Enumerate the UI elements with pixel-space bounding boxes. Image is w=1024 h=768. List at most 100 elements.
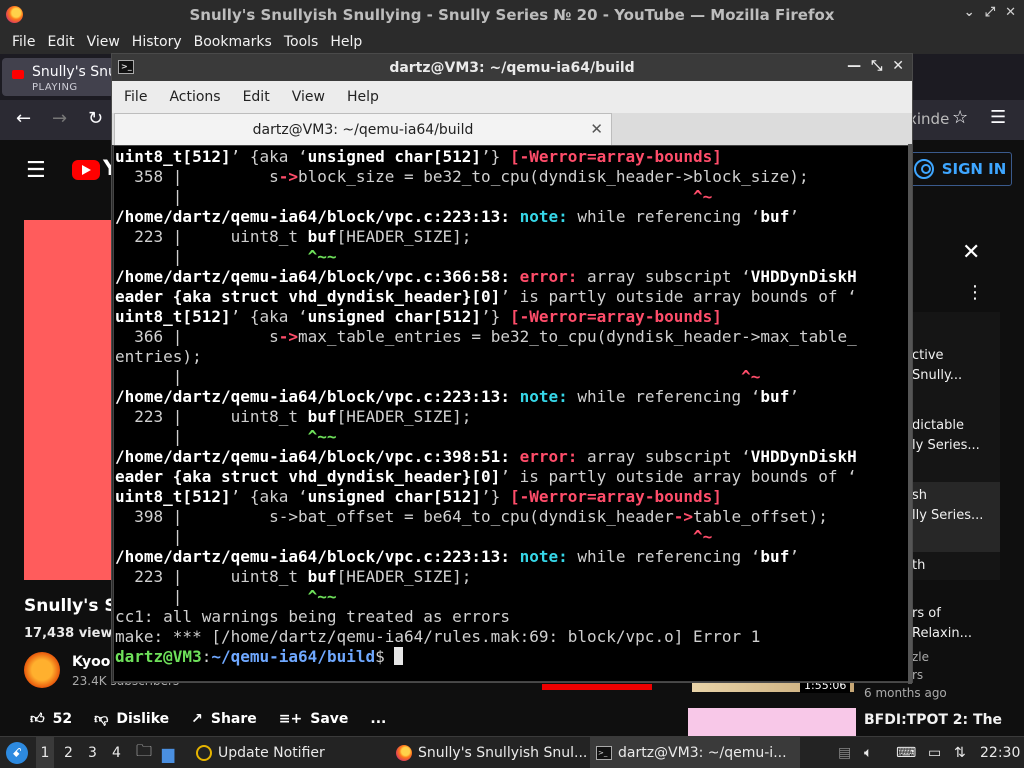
terminal-icon: >_: [596, 746, 612, 760]
recommended-channel: zle: [912, 650, 930, 664]
video-actions: 👍︎ 52 👎︎ Dislike ↗ Share ≡+ Save ...: [30, 710, 408, 728]
youtube-menu-icon[interactable]: ☰: [26, 158, 46, 183]
display-icon[interactable]: ▭: [928, 737, 941, 768]
tray-scroll-icon[interactable]: ▤: [838, 737, 851, 768]
hamburger-icon[interactable]: ☰: [990, 107, 1006, 128]
terminal-title-bar: >_ dartz@VM3: ~/qemu-ia64/build — ⤡ ✕: [112, 54, 912, 81]
network-icon[interactable]: ⇅: [954, 737, 966, 768]
menu-file[interactable]: File: [6, 34, 41, 50]
playlist-add-icon: ≡+: [278, 710, 303, 727]
menu-help[interactable]: Help: [339, 89, 387, 105]
file-manager-icon[interactable]: 🗀: [136, 737, 152, 768]
recommended-age: 6 months ago: [864, 686, 947, 700]
terminal-line: /home/dartz/qemu-ia64/block/vpc.c:366:58…: [115, 267, 857, 286]
terminal-text: uint8_t[512]’ {aka ‘unsigned char[512]’}…: [115, 147, 885, 667]
firefox-menu-bar: File Edit View History Bookmarks Tools H…: [0, 30, 1024, 54]
url-bar-text-tail[interactable]: xinde: [908, 110, 949, 128]
workspace-4[interactable]: 4: [112, 737, 121, 768]
thumbs-up-icon: 👍︎: [30, 711, 45, 727]
forward-arrow-icon[interactable]: →: [52, 108, 67, 129]
taskbar: ꗃ 1 2 3 4 🗀 ▆ Update Notifier Snully's S…: [0, 736, 1024, 768]
terminal-line: | ^~~: [115, 427, 337, 446]
playlist-item[interactable]: dictable ly Series...: [912, 416, 980, 456]
terminal-line: | ^~~: [115, 587, 337, 606]
dislike-button[interactable]: 👎︎ Dislike: [94, 710, 169, 728]
playlist-item[interactable]: sh lly Series...: [912, 486, 983, 526]
menu-view[interactable]: View: [81, 34, 126, 50]
close-tab-icon[interactable]: ✕: [590, 120, 603, 138]
workspace-1[interactable]: 1: [36, 737, 54, 768]
like-button[interactable]: 👍︎ 52: [30, 710, 72, 728]
video-player[interactable]: [24, 220, 124, 580]
firefox-title-bar: Snully's Snullyish Snullying - Snully Se…: [0, 0, 1024, 30]
taskbar-item-update-notifier[interactable]: Update Notifier: [196, 737, 325, 768]
menu-edit[interactable]: Edit: [235, 89, 278, 105]
menu-actions[interactable]: Actions: [161, 89, 228, 105]
taskbar-item-firefox[interactable]: Snully's Snullyish Snul...: [396, 737, 587, 768]
menu-view[interactable]: View: [284, 89, 333, 105]
close-icon[interactable]: ✕: [1005, 5, 1016, 20]
save-button[interactable]: ≡+ Save: [279, 711, 349, 727]
menu-bookmarks[interactable]: Bookmarks: [188, 34, 278, 50]
terminal-line: | ^~~: [115, 247, 337, 266]
maximize-icon[interactable]: ⤢: [985, 5, 995, 20]
menu-help[interactable]: Help: [324, 34, 368, 50]
terminal-window-title: dartz@VM3: ~/qemu-ia64/build: [389, 59, 635, 76]
terminal-output[interactable]: uint8_t[512]’ {aka ‘unsigned char[512]’}…: [113, 145, 909, 682]
volume-icon[interactable]: 🔈︎: [864, 737, 872, 768]
terminal-line: uint8_t[512]’ {aka ‘unsigned char[512]’}…: [115, 147, 722, 166]
text-cursor: [394, 647, 404, 665]
user-icon: [913, 159, 934, 179]
recommended-views: rs: [912, 668, 924, 682]
terminal-line: 366 | s->max_table_entries = be32_to_cpu…: [115, 327, 857, 346]
terminal-tab[interactable]: dartz@VM3: ~/qemu-ia64/build ✕: [114, 113, 612, 145]
close-icon[interactable]: ✕: [962, 240, 980, 265]
thumbs-down-icon: 👎︎: [94, 711, 109, 727]
terminal-line: /home/dartz/qemu-ia64/block/vpc.c:223:13…: [115, 207, 799, 226]
youtube-favicon-icon: [12, 70, 24, 79]
firefox-tab-youtube[interactable]: Snully's Snu PLAYING: [2, 58, 122, 96]
back-arrow-icon[interactable]: ←: [16, 108, 31, 129]
taskbar-item-terminal[interactable]: >_ dartz@VM3: ~/qemu-i...: [590, 737, 800, 768]
sign-in-button[interactable]: SIGN IN: [908, 152, 1012, 186]
terminal-scrollbar[interactable]: [908, 144, 912, 684]
bookmark-star-icon[interactable]: ☆: [952, 107, 968, 128]
subscribe-button[interactable]: [542, 684, 652, 690]
more-vertical-icon[interactable]: ⋮: [966, 282, 984, 303]
menu-edit[interactable]: Edit: [41, 34, 80, 50]
minimize-icon[interactable]: ⌄: [964, 5, 975, 20]
terminal-line: 223 | uint8_t buf[HEADER_SIZE];: [115, 407, 472, 426]
firefox-window-title: Snully's Snullyish Snullying - Snully Se…: [189, 6, 835, 24]
playlist-item[interactable]: th: [912, 556, 925, 576]
clock: 22:30: [980, 745, 1021, 761]
keyboard-icon[interactable]: ⌨: [896, 737, 916, 768]
recommended-title[interactable]: rs of: [912, 606, 941, 621]
recommended-thumbnail[interactable]: [688, 708, 856, 736]
recommended-title[interactable]: BFDI:TPOT 2: The: [864, 712, 1002, 728]
reload-icon[interactable]: ↻: [88, 108, 103, 129]
firefox-icon: [396, 745, 412, 761]
maximize-icon[interactable]: ⤡: [871, 58, 882, 74]
desktop-icon[interactable]: ▆: [162, 737, 174, 768]
close-icon[interactable]: ✕: [892, 58, 904, 74]
menu-file[interactable]: File: [116, 89, 155, 105]
channel-avatar[interactable]: [24, 652, 60, 688]
start-menu-icon[interactable]: ꗃ: [6, 742, 28, 764]
recommended-title-line2[interactable]: Relaxin...: [912, 626, 972, 641]
tab-playing-label: PLAYING: [32, 82, 78, 93]
share-button[interactable]: ↗ Share: [191, 711, 257, 727]
menu-tools[interactable]: Tools: [278, 34, 325, 50]
youtube-play-glyph: [82, 165, 91, 175]
more-actions-button[interactable]: ...: [370, 711, 386, 727]
terminal-line: /home/dartz/qemu-ia64/block/vpc.c:223:13…: [115, 547, 799, 566]
tab-title: Snully's Snu: [32, 64, 117, 80]
workspace-2[interactable]: 2: [64, 737, 73, 768]
share-icon: ↗: [191, 710, 203, 727]
terminal-line: /home/dartz/qemu-ia64/block/vpc.c:223:13…: [115, 387, 799, 406]
minimize-icon[interactable]: —: [847, 58, 861, 74]
playlist-item[interactable]: ctive Snully...: [912, 346, 962, 386]
sign-in-label: SIGN IN: [941, 160, 1007, 178]
workspace-3[interactable]: 3: [88, 737, 97, 768]
menu-history[interactable]: History: [126, 34, 188, 50]
terminal-menu-bar: File Actions Edit View Help: [112, 81, 912, 113]
